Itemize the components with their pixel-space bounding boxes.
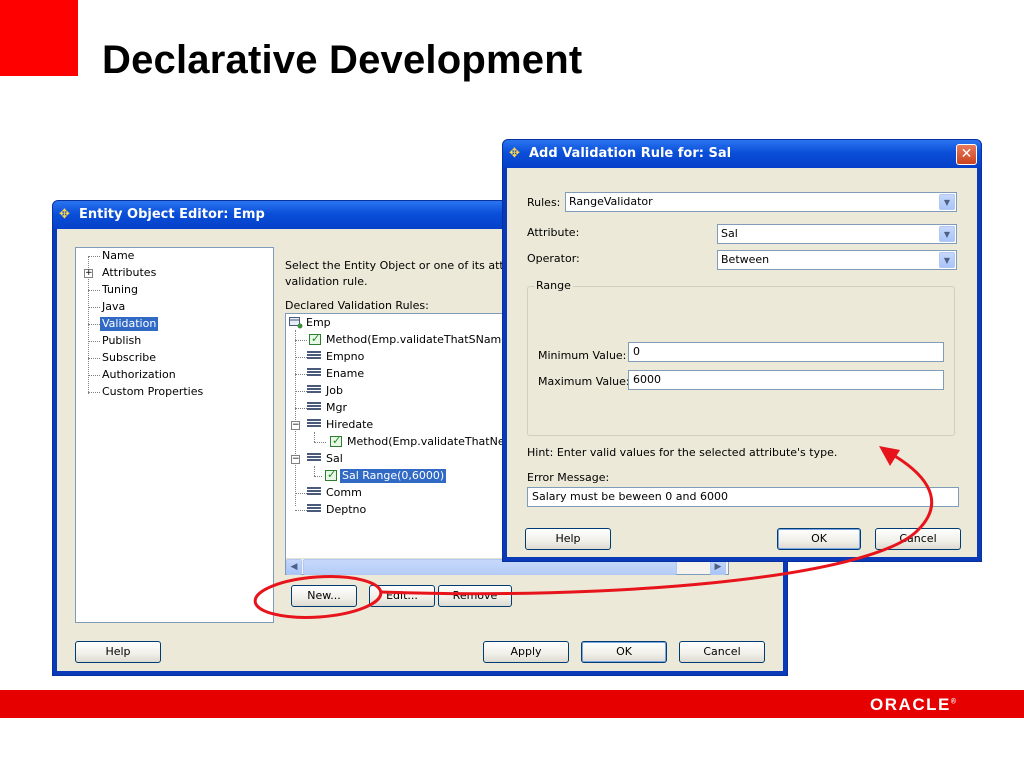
hint-text: Hint: Enter valid values for the selecte…	[527, 446, 838, 459]
maximum-value-label: Maximum Value:	[538, 375, 630, 388]
method-validator-icon: ✓	[309, 332, 321, 345]
nav-item-validation[interactable]: Validation	[100, 317, 159, 331]
nav-tree: + Name Attributes Tuning Java Validation…	[75, 247, 274, 623]
entity-icon	[289, 317, 303, 329]
nav-item-subscribe[interactable]: Subscribe	[102, 351, 156, 365]
range-legend: Range	[534, 279, 573, 292]
expand-attributes-icon[interactable]: +	[84, 269, 93, 278]
nav-item-authorization[interactable]: Authorization	[102, 368, 176, 382]
validation-dialog-title: Add Validation Rule for: Sal	[529, 146, 732, 161]
error-message-label: Error Message:	[527, 471, 610, 484]
tree-sal[interactable]: Sal	[326, 452, 343, 466]
close-icon[interactable]: ✕	[956, 144, 977, 165]
brand-square	[0, 0, 78, 76]
attribute-icon	[306, 452, 322, 465]
bottom-brand-bar: ORACLE®	[0, 690, 1024, 718]
tree-deptno[interactable]: Deptno	[326, 503, 366, 517]
nav-tree-branch	[88, 358, 100, 359]
window-gear-icon: ✥	[59, 207, 70, 222]
remove-rule-button[interactable]: Remove	[438, 585, 512, 607]
error-message-input[interactable]: Salary must be beween 0 and 6000	[527, 487, 959, 507]
tree-method-validate-new[interactable]: Method(Emp.validateThatNew	[347, 435, 514, 449]
nav-tree-branch	[88, 290, 100, 291]
range-groupbox: Range Minimum Value: 0 Maximum Value: 60…	[527, 279, 955, 436]
instruction-text-1: Select the Entity Object or one of its a…	[285, 259, 519, 272]
operator-combo[interactable]: Between ▼	[717, 250, 957, 270]
nav-item-custom-properties[interactable]: Custom Properties	[102, 385, 203, 399]
rules-tree-line	[314, 466, 315, 476]
tree-comm[interactable]: Comm	[326, 486, 362, 500]
dialog-help-button[interactable]: Help	[525, 528, 611, 550]
method-validator-icon: ✓	[330, 434, 342, 447]
rules-tree-branch	[314, 476, 322, 477]
help-button[interactable]: Help	[75, 641, 161, 663]
attribute-icon	[306, 503, 322, 516]
tree-job[interactable]: Job	[326, 384, 343, 398]
apply-button[interactable]: Apply	[483, 641, 569, 663]
declared-rules-label: Declared Validation Rules:	[285, 299, 429, 312]
tree-method-validate-names[interactable]: Method(Emp.validateThatSNamesI	[326, 333, 517, 347]
oracle-logo-text: ORACLE	[870, 695, 951, 714]
chevron-down-icon[interactable]: ▼	[939, 226, 955, 242]
tree-sal-range-rule[interactable]: Sal Range(0,6000)	[340, 469, 447, 483]
nav-tree-branch	[88, 375, 100, 376]
validation-dialog-client: Rules: RangeValidator ▼ Attribute: Sal ▼…	[507, 168, 977, 557]
attribute-combo[interactable]: Sal ▼	[717, 224, 957, 244]
attribute-icon	[306, 486, 322, 499]
collapse-sal-icon[interactable]: −	[291, 455, 300, 464]
range-validator-icon: ✓	[325, 468, 337, 481]
validation-dialog-titlebar[interactable]: ✥ Add Validation Rule for: Sal ✕	[503, 140, 981, 168]
chevron-down-icon[interactable]: ▼	[939, 194, 955, 210]
tree-ename[interactable]: Ename	[326, 367, 364, 381]
dialog-ok-button[interactable]: OK	[777, 528, 861, 550]
tree-hiredate[interactable]: Hiredate	[326, 418, 373, 432]
entity-editor-title: Entity Object Editor: Emp	[79, 207, 265, 222]
attribute-icon	[306, 367, 322, 380]
collapse-hiredate-icon[interactable]: −	[291, 421, 300, 430]
rules-tree-branch	[314, 442, 326, 443]
operator-label: Operator:	[527, 252, 580, 265]
minimum-value-input[interactable]: 0	[628, 342, 944, 362]
edit-rule-button[interactable]: Edit...	[369, 585, 435, 607]
scroll-left-icon[interactable]: ◀	[286, 559, 302, 575]
attribute-label: Attribute:	[527, 226, 580, 239]
nav-tree-branch	[88, 307, 100, 308]
rules-combo[interactable]: RangeValidator ▼	[565, 192, 957, 212]
attribute-icon	[306, 401, 322, 414]
ok-button[interactable]: OK	[581, 641, 667, 663]
slide: Declarative Development ✥ Entity Object …	[0, 0, 1024, 768]
rules-combo-value: RangeValidator	[569, 195, 653, 208]
nav-item-tuning[interactable]: Tuning	[102, 283, 138, 297]
cancel-button[interactable]: Cancel	[679, 641, 765, 663]
new-rule-button[interactable]: New...	[291, 585, 357, 607]
maximum-value-input[interactable]: 6000	[628, 370, 944, 390]
minimum-value-label: Minimum Value:	[538, 349, 627, 362]
nav-tree-branch	[88, 341, 100, 342]
slide-title: Declarative Development	[102, 38, 583, 82]
nav-item-publish[interactable]: Publish	[102, 334, 141, 348]
dialog-cancel-button[interactable]: Cancel	[875, 528, 961, 550]
tree-emp[interactable]: Emp	[306, 316, 331, 330]
nav-tree-branch	[88, 324, 100, 325]
rules-tree-line	[314, 432, 315, 442]
operator-combo-value: Between	[721, 253, 770, 266]
nav-item-name[interactable]: Name	[102, 249, 134, 263]
attribute-icon	[306, 350, 322, 363]
tree-mgr[interactable]: Mgr	[326, 401, 347, 415]
add-validation-rule-dialog: ✥ Add Validation Rule for: Sal ✕ Rules: …	[502, 139, 982, 562]
nav-item-attributes[interactable]: Attributes	[102, 266, 156, 280]
attribute-icon	[306, 384, 322, 397]
nav-tree-branch	[88, 256, 100, 257]
nav-tree-branch	[88, 392, 100, 393]
instruction-text-2: validation rule.	[285, 275, 368, 288]
window-gear-icon: ✥	[509, 146, 520, 161]
rules-label: Rules:	[527, 196, 561, 209]
tree-empno[interactable]: Empno	[326, 350, 364, 364]
oracle-logo: ORACLE®	[870, 695, 956, 714]
nav-item-java[interactable]: Java	[102, 300, 125, 314]
chevron-down-icon[interactable]: ▼	[939, 252, 955, 268]
attribute-icon	[306, 418, 322, 431]
attribute-combo-value: Sal	[721, 227, 738, 240]
